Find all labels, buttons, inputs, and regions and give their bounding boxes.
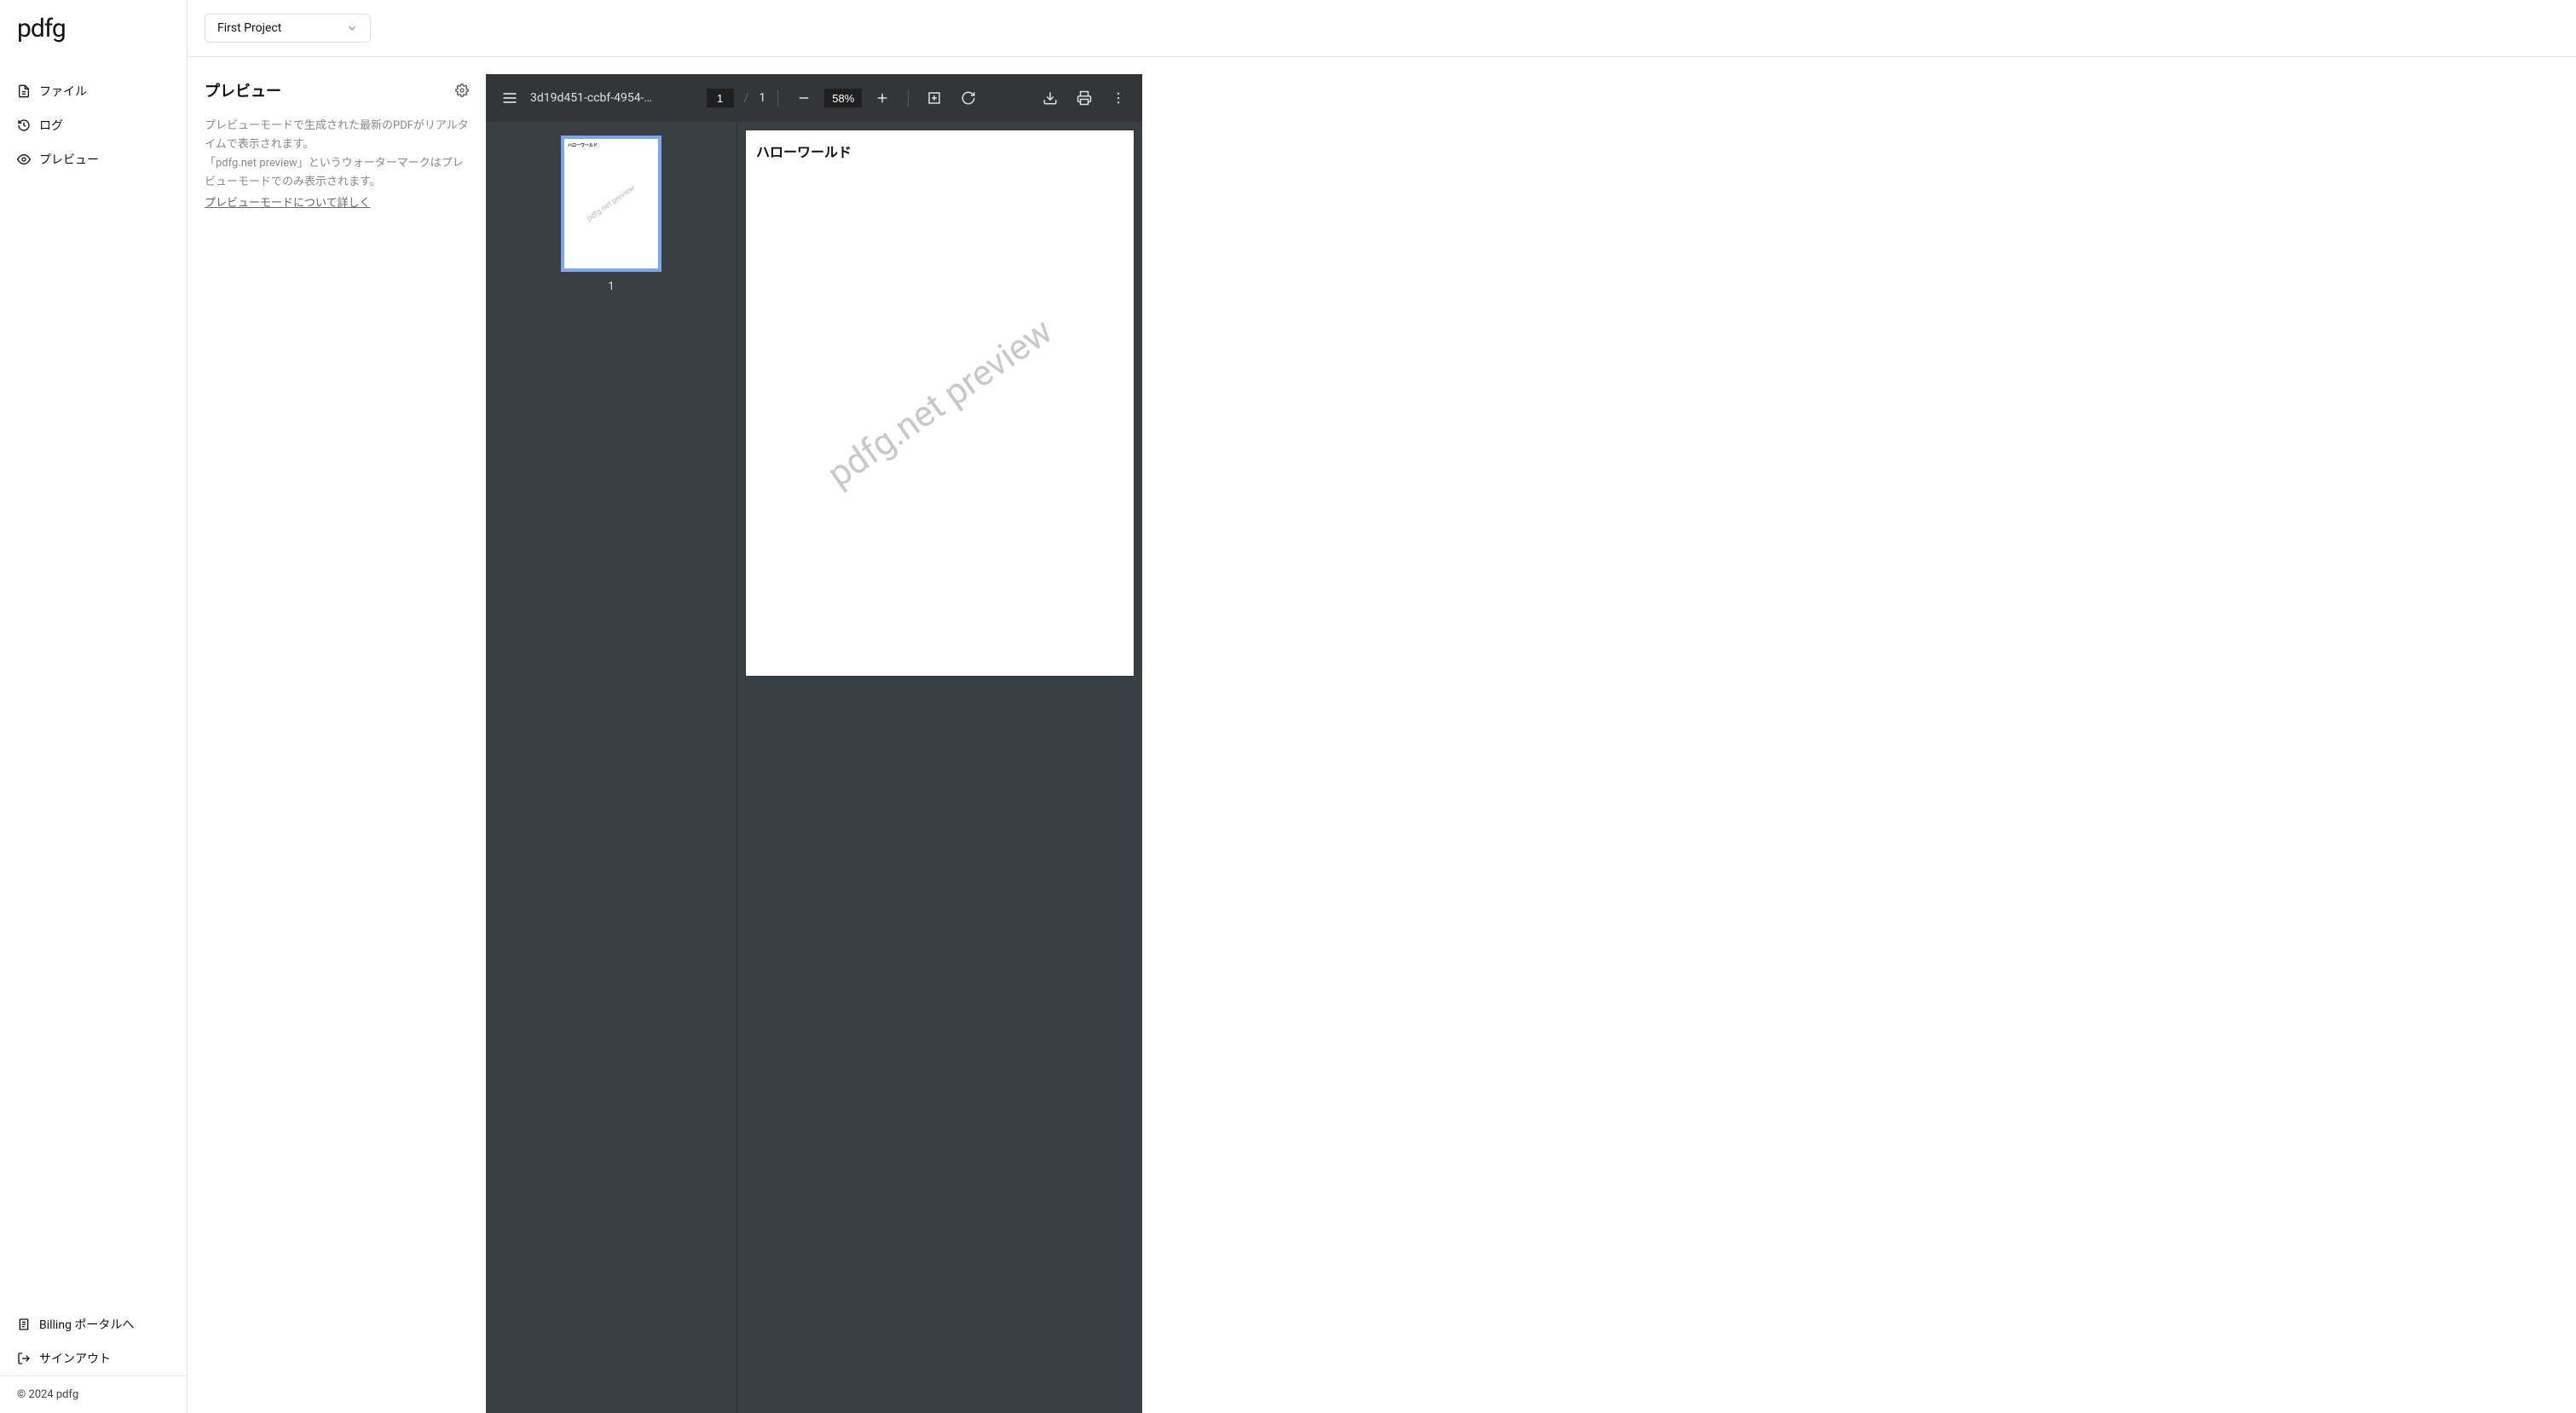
sidebar-item-label: Billing ポータルへ <box>39 1316 134 1333</box>
main: First Project プレビュー プレビューモードで生成された最新のPDF… <box>188 0 2576 1413</box>
toolbar-divider <box>777 89 778 107</box>
info-description-2: 「pdfg.net preview」というウォーターマークはプレビューモードでの… <box>205 154 469 192</box>
sidebar-item-label: ファイル <box>39 83 87 100</box>
logo: pdfg <box>0 0 187 57</box>
info-link[interactable]: プレビューモードについて詳しく <box>205 193 371 210</box>
sidebar-item-label: プレビュー <box>39 151 99 168</box>
sidebar-item-logs[interactable]: ログ <box>0 108 187 142</box>
info-panel: プレビュー プレビューモードで生成された最新のPDFがリアルタイムで表示されます… <box>188 57 486 1413</box>
sidebar-item-billing[interactable]: Billing ポータルへ <box>0 1307 187 1341</box>
topbar: First Project <box>188 0 2576 57</box>
sidebar-item-label: ログ <box>39 117 63 134</box>
thumbnail-heading: ハローワールド <box>568 142 598 148</box>
page-separator: / <box>744 91 749 105</box>
fit-page-button[interactable] <box>921 84 948 112</box>
gear-icon[interactable] <box>455 84 469 97</box>
file-icon <box>17 84 31 98</box>
menu-button[interactable] <box>496 84 523 112</box>
receipt-icon <box>17 1318 31 1331</box>
project-select-label: First Project <box>217 21 281 35</box>
info-description-1: プレビューモードで生成された最新のPDFがリアルタイムで表示されます。 <box>205 117 469 154</box>
zoom-out-button[interactable] <box>790 84 817 112</box>
page-heading: ハローワールド <box>756 141 1123 161</box>
project-select[interactable]: First Project <box>205 14 371 43</box>
content: プレビュー プレビューモードで生成された最新のPDFがリアルタイムで表示されます… <box>188 57 2576 1413</box>
sidebar-item-signout[interactable]: サインアウト <box>0 1341 187 1376</box>
zoom-level-input[interactable] <box>824 89 862 107</box>
eye-icon <box>17 153 31 166</box>
signout-icon <box>17 1352 31 1365</box>
pdf-filename: 3d19d451-ccbf-4954-… <box>530 91 652 105</box>
page-total: 1 <box>759 91 765 105</box>
thumbnail-panel: ハローワールド pdfg.net preview 1 <box>486 122 737 1413</box>
pdf-toolbar: 3d19d451-ccbf-4954-… / 1 <box>486 74 1142 122</box>
thumbnail-number: 1 <box>608 280 614 293</box>
zoom-in-button[interactable] <box>869 84 896 112</box>
thumbnail-page-1[interactable]: ハローワールド pdfg.net preview <box>561 136 661 272</box>
preview-area: 3d19d451-ccbf-4954-… / 1 <box>486 57 2576 1413</box>
sidebar-item-preview[interactable]: プレビュー <box>0 142 187 176</box>
sidebar-item-files[interactable]: ファイル <box>0 74 187 108</box>
sidebar-bottom: Billing ポータルへ サインアウト <box>0 1307 187 1376</box>
page-current-input[interactable] <box>707 89 734 107</box>
info-header: プレビュー <box>205 79 469 101</box>
page-watermark: pdfg.net preview <box>820 310 1060 496</box>
page-area[interactable]: ハローワールド pdfg.net preview <box>737 122 1142 1413</box>
pdf-page: ハローワールド pdfg.net preview <box>746 130 1134 676</box>
pdf-viewer: 3d19d451-ccbf-4954-… / 1 <box>486 74 1142 1413</box>
rotate-button[interactable] <box>955 84 982 112</box>
history-icon <box>17 118 31 132</box>
info-title: プレビュー <box>205 79 281 101</box>
print-button[interactable] <box>1071 84 1098 112</box>
sidebar-item-label: サインアウト <box>39 1350 111 1367</box>
toolbar-divider <box>908 89 909 107</box>
chevron-down-icon <box>346 22 358 34</box>
footer-copyright: © 2024 pdfg <box>0 1376 187 1413</box>
sidebar: pdfg ファイル ログ プレビュー <box>0 0 188 1413</box>
sidebar-nav: ファイル ログ プレビュー <box>0 57 187 1307</box>
download-button[interactable] <box>1037 84 1064 112</box>
more-button[interactable] <box>1105 84 1132 112</box>
thumbnail-watermark: pdfg.net preview <box>586 184 637 223</box>
pdf-body: ハローワールド pdfg.net preview 1 ハローワールド pdfg.… <box>486 122 1142 1413</box>
